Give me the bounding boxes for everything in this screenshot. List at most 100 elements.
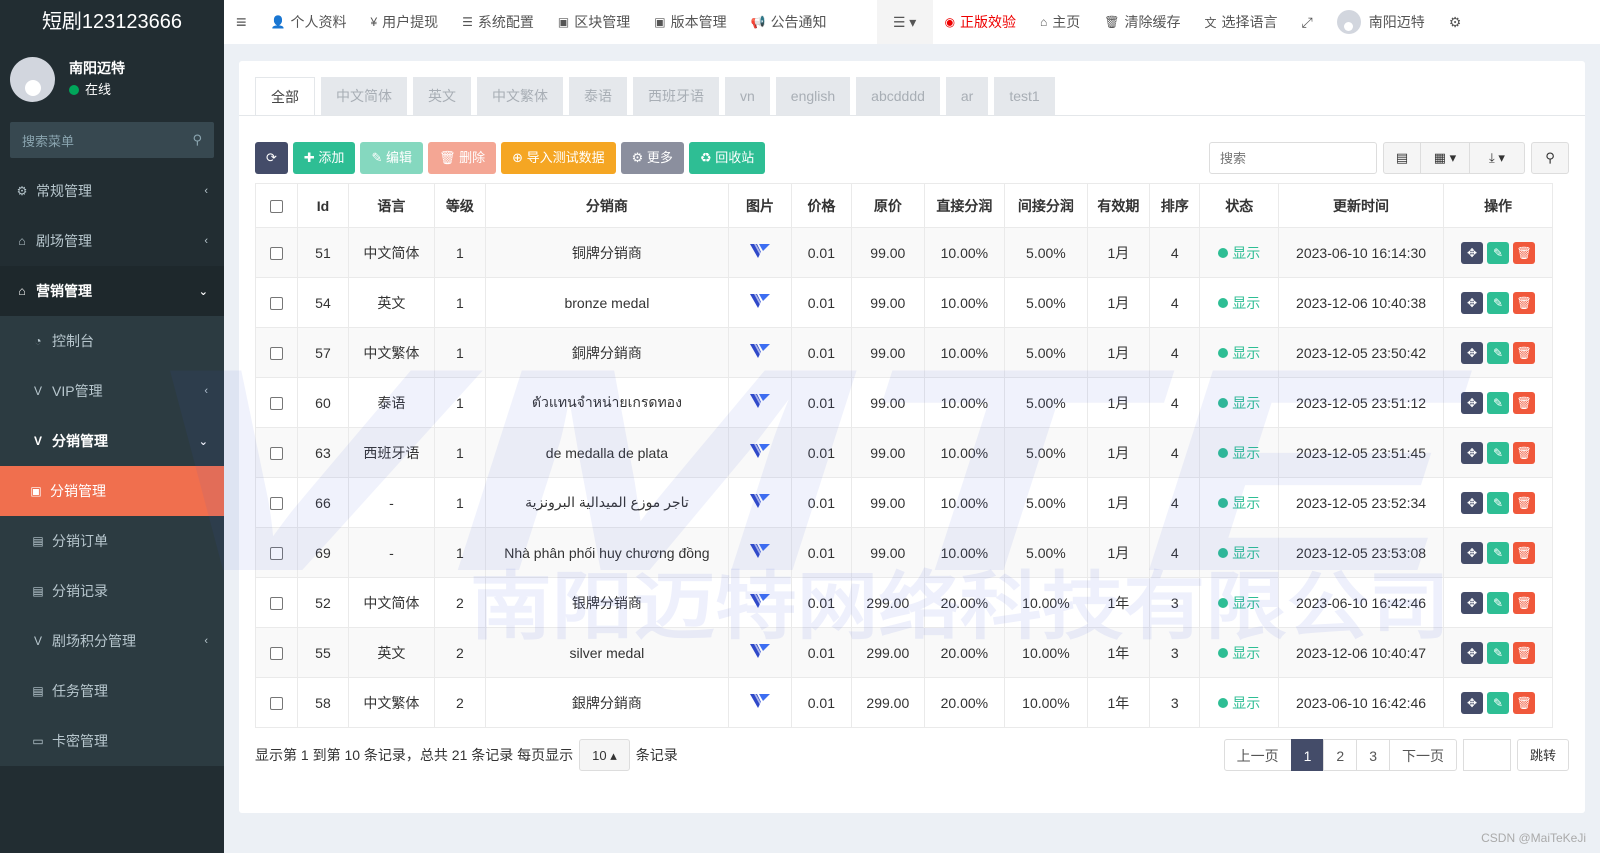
cell-image[interactable] xyxy=(728,377,792,428)
sidebar-item-10[interactable]: ▤ 任务管理 xyxy=(0,666,224,716)
sidebar-item-0[interactable]: ⚙ 常规管理 ‹ xyxy=(0,166,224,216)
row-delete-button[interactable]: 🗑 xyxy=(1513,241,1536,264)
row-edit-button[interactable]: ✎ xyxy=(1487,241,1510,264)
column-header[interactable]: 分销商 xyxy=(484,183,730,228)
nav-config[interactable]: ☰ 系统配置 xyxy=(450,0,546,44)
nav-withdraw[interactable]: ¥ 用户提现 xyxy=(358,0,450,44)
cell-image[interactable] xyxy=(728,227,792,278)
cell-image[interactable] xyxy=(728,527,792,578)
nav-list-dropdown[interactable]: ☰ ▾ xyxy=(876,0,933,44)
nav-blocks[interactable]: ▣ 区块管理 xyxy=(546,0,642,44)
row-edit-button[interactable]: ✎ xyxy=(1487,491,1510,514)
row-checkbox[interactable] xyxy=(254,677,299,728)
column-header[interactable]: 状态 xyxy=(1199,183,1279,228)
import-button[interactable]: ⊕ 导入测试数据 xyxy=(501,142,616,174)
sidebar-item-6[interactable]: ▣ 分销管理 xyxy=(0,466,224,516)
row-checkbox[interactable] xyxy=(254,527,299,578)
drag-button[interactable]: ✥ xyxy=(1461,691,1484,714)
tab-9[interactable]: ar xyxy=(945,77,989,115)
table-row[interactable]: 52 中文简体 2 银牌分销商 0.01 299.00 20.00% 10.00% 1年 3 显示 2… xyxy=(254,577,1553,628)
row-edit-button[interactable]: ✎ xyxy=(1487,291,1510,314)
more-button[interactable]: ⚙ 更多 xyxy=(620,142,684,174)
row-delete-button[interactable]: 🗑 xyxy=(1513,691,1536,714)
tab-2[interactable]: 英文 xyxy=(413,77,471,115)
row-edit-button[interactable]: ✎ xyxy=(1487,691,1510,714)
drag-button[interactable]: ✥ xyxy=(1461,441,1484,464)
cell-image[interactable] xyxy=(728,427,792,478)
table-row[interactable]: 58 中文繁体 2 銀牌分銷商 0.01 299.00 20.00% 10.00% 1年 3 显示 2… xyxy=(254,677,1553,728)
column-header[interactable]: 排序 xyxy=(1149,183,1201,228)
row-checkbox[interactable] xyxy=(254,477,299,528)
next-page-button[interactable]: 下一页 xyxy=(1388,739,1457,771)
settings-gear-icon[interactable]: ⚙ xyxy=(1437,0,1474,44)
tab-5[interactable]: 西班牙语 xyxy=(633,77,719,115)
row-edit-button[interactable]: ✎ xyxy=(1487,441,1510,464)
table-row[interactable]: 63 西班牙语 1 de medalla de plata 0.01 99.00 10.00… xyxy=(254,427,1553,478)
sidebar-item-5[interactable]: V 分销管理 ⌄ xyxy=(0,416,224,466)
drag-button[interactable]: ✥ xyxy=(1461,591,1484,614)
tab-3[interactable]: 中文繁体 xyxy=(477,77,563,115)
column-header[interactable]: 等级 xyxy=(434,183,486,228)
add-button[interactable]: ✚ 添加 xyxy=(292,142,356,174)
row-edit-button[interactable]: ✎ xyxy=(1487,591,1510,614)
sidebar-search-input[interactable]: 搜索菜单 ⚲ xyxy=(10,122,214,158)
tab-6[interactable]: vn xyxy=(725,77,770,115)
cell-image[interactable] xyxy=(728,277,792,328)
recycle-button[interactable]: ♻ 回收站 xyxy=(688,142,766,174)
jump-button[interactable]: 跳转 xyxy=(1516,739,1569,771)
row-delete-button[interactable]: 🗑 xyxy=(1513,591,1536,614)
sidebar-item-9[interactable]: V 剧场积分管理 ‹ xyxy=(0,616,224,666)
search-button[interactable]: ⚲ xyxy=(1531,142,1569,174)
column-header[interactable]: 间接分润 xyxy=(1004,183,1088,228)
tab-7[interactable]: english xyxy=(775,77,851,115)
columns-dropdown[interactable]: ▦ ▾ xyxy=(1420,142,1470,174)
tab-0[interactable]: 全部 xyxy=(255,77,315,115)
refresh-button[interactable]: ⟳ xyxy=(255,142,288,174)
cell-image[interactable] xyxy=(728,577,792,628)
column-header[interactable]: 直接分润 xyxy=(923,183,1006,228)
drag-button[interactable]: ✥ xyxy=(1461,641,1484,664)
row-delete-button[interactable]: 🗑 xyxy=(1513,541,1536,564)
tab-8[interactable]: abcdddd xyxy=(856,77,940,115)
tab-1[interactable]: 中文简体 xyxy=(321,77,407,115)
column-header[interactable]: 图片 xyxy=(728,183,792,228)
nav-notice[interactable]: 📢 公告通知 xyxy=(739,0,839,44)
drag-button[interactable]: ✥ xyxy=(1461,341,1484,364)
tab-4[interactable]: 泰语 xyxy=(569,77,627,115)
column-header[interactable]: Id xyxy=(297,183,349,228)
table-row[interactable]: 69-1 Nhà phân phối huy chương đồng 0.01 99.… xyxy=(254,527,1553,578)
page-1-button[interactable]: 1 xyxy=(1290,739,1325,771)
table-search-input[interactable] xyxy=(1209,142,1377,174)
row-checkbox[interactable] xyxy=(254,577,299,628)
row-delete-button[interactable]: 🗑 xyxy=(1513,391,1536,414)
sidebar-item-11[interactable]: ▭ 卡密管理 xyxy=(0,716,224,766)
sidebar-item-7[interactable]: ▤ 分销订单 xyxy=(0,516,224,566)
jump-page-input[interactable] xyxy=(1462,739,1511,771)
column-header[interactable]: 语言 xyxy=(347,183,436,228)
table-row[interactable]: 57 中文繁体 1 銅牌分銷商 0.01 99.00 10.00% 5.00% 1月 4 显示 202… xyxy=(254,327,1553,378)
row-delete-button[interactable]: 🗑 xyxy=(1513,641,1536,664)
sidebar-item-4[interactable]: V VIP管理 ‹ xyxy=(0,366,224,416)
page-3-button[interactable]: 3 xyxy=(1356,739,1390,771)
row-checkbox[interactable] xyxy=(254,427,299,478)
drag-button[interactable]: ✥ xyxy=(1461,391,1484,414)
cell-image[interactable] xyxy=(728,677,792,728)
row-checkbox[interactable] xyxy=(254,277,299,328)
cell-image[interactable] xyxy=(728,477,792,528)
nav-versions[interactable]: ▣ 版本管理 xyxy=(642,0,738,44)
nav-clear-cache[interactable]: 🗑 清除缓存 xyxy=(1092,0,1192,44)
row-edit-button[interactable]: ✎ xyxy=(1487,641,1510,664)
drag-button[interactable]: ✥ xyxy=(1461,291,1484,314)
tab-10[interactable]: test1 xyxy=(994,77,1055,115)
brand-title[interactable]: 短剧123123666 xyxy=(0,0,224,44)
fullscreen-icon[interactable]: ⤢ xyxy=(1290,0,1325,44)
row-checkbox[interactable] xyxy=(254,327,299,378)
row-edit-button[interactable]: ✎ xyxy=(1487,391,1510,414)
sidebar-toggle-icon[interactable]: ≡ xyxy=(224,0,259,44)
nav-home[interactable]: ⌂ 主页 xyxy=(1028,0,1092,44)
prev-page-button[interactable]: 上一页 xyxy=(1223,739,1292,771)
row-delete-button[interactable]: 🗑 xyxy=(1513,291,1536,314)
edit-button[interactable]: ✎ 编辑 xyxy=(360,142,423,174)
nav-verify[interactable]: ◉ 正版效验 xyxy=(933,0,1028,44)
row-edit-button[interactable]: ✎ xyxy=(1487,341,1510,364)
